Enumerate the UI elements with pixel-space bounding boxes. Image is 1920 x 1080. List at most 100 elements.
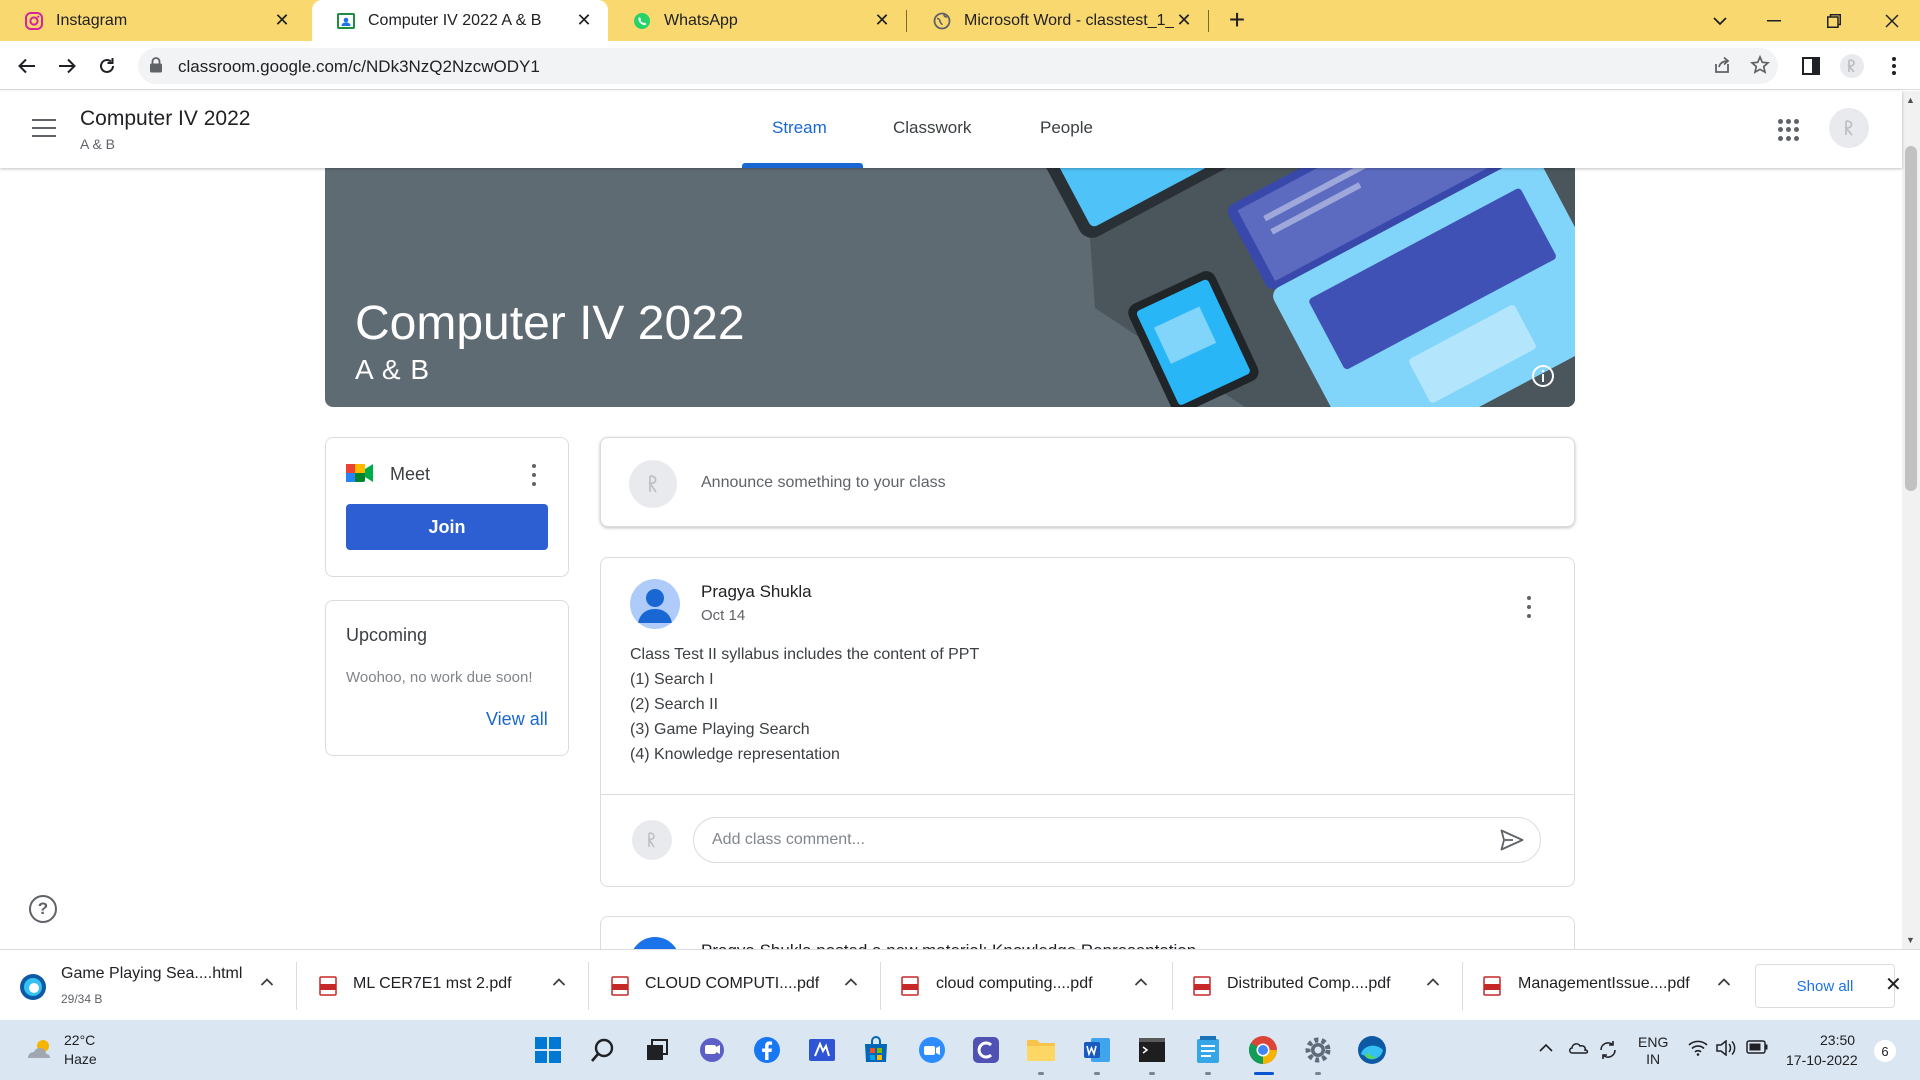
reload-icon[interactable] [91, 50, 123, 82]
close-tab-icon[interactable]: ✕ [1174, 10, 1194, 31]
windows-start-icon[interactable] [532, 1034, 564, 1066]
chevron-up-icon[interactable] [552, 974, 566, 990]
battery-icon[interactable] [1746, 1040, 1768, 1057]
volume-icon[interactable] [1716, 1039, 1738, 1059]
star-icon[interactable] [1749, 54, 1771, 80]
region-code: IN [1646, 1051, 1661, 1067]
browser-tab-instagram[interactable]: Instagram ✕ [0, 0, 306, 41]
download-item[interactable]: Game Playing Sea....html 29/34 B [0, 950, 296, 1020]
tab-divider [1208, 10, 1209, 32]
scroll-up-icon[interactable]: ▲ [1906, 95, 1915, 105]
chevron-up-icon[interactable] [1134, 974, 1148, 990]
apps-grid-icon[interactable] [1778, 119, 1800, 141]
browser-tabstrip: Instagram ✕ Computer IV 2022 A & B ✕ Wha… [0, 0, 1920, 41]
facebook-icon[interactable] [751, 1034, 783, 1066]
sync-icon[interactable] [1598, 1040, 1618, 1063]
post-line: Class Test II syllabus includes the cont… [630, 646, 980, 663]
chevron-up-icon[interactable] [1538, 1040, 1554, 1056]
wifi-icon[interactable] [1688, 1040, 1708, 1059]
account-avatar[interactable] [1829, 108, 1869, 148]
restore-icon[interactable] [1806, 0, 1862, 41]
browser-tab-word[interactable]: Microsoft Word - classtest_1_ml_ ✕ [908, 0, 1208, 41]
chevron-up-icon[interactable] [260, 974, 274, 990]
side-panel-icon[interactable] [1795, 50, 1827, 82]
help-icon[interactable]: ? [29, 895, 57, 923]
chrome-icon[interactable] [1247, 1034, 1279, 1066]
download-item[interactable]: cloud computing....pdf [881, 950, 1172, 1020]
language-code: ENG [1638, 1034, 1669, 1050]
info-icon[interactable] [1531, 364, 1555, 388]
announce-placeholder: Announce something to your class [701, 474, 946, 491]
post-options-icon[interactable] [1526, 596, 1532, 618]
forward-arrow-icon[interactable] [51, 50, 83, 82]
clock-date[interactable]: 17-10-2022 [1786, 1052, 1858, 1068]
running-indicator [1315, 1072, 1321, 1075]
address-bar[interactable]: classroom.google.com/c/NDk3NzQ2NzcwODY1 [138, 48, 1778, 84]
share-icon[interactable] [1712, 55, 1732, 80]
word-icon[interactable] [1081, 1034, 1113, 1066]
close-window-icon[interactable] [1864, 0, 1920, 41]
weather-haze-icon[interactable] [24, 1036, 54, 1064]
notepad-icon[interactable] [1192, 1034, 1224, 1066]
url-text: classroom.google.com/c/NDk3NzQ2NzcwODY1 [178, 57, 540, 76]
post-line: (4) Knowledge representation [630, 746, 840, 763]
meet-options-icon[interactable] [531, 464, 537, 486]
active-tab-indicator [742, 163, 863, 168]
scroll-down-icon[interactable]: ▼ [1906, 935, 1915, 945]
tab-people[interactable]: People [1040, 118, 1093, 138]
comment-input[interactable]: Add class comment... [693, 817, 1541, 863]
download-item[interactable]: ManagementIssue....pdf [1463, 950, 1753, 1020]
profile-avatar[interactable] [1836, 50, 1868, 82]
tab-search-icon[interactable] [1692, 0, 1748, 41]
download-item[interactable]: ML CER7E1 mst 2.pdf [297, 950, 588, 1020]
zoom-icon[interactable] [916, 1034, 948, 1066]
clock-time[interactable]: 23:50 [1820, 1032, 1855, 1048]
download-name: ML CER7E1 mst 2.pdf [353, 975, 512, 992]
download-item[interactable]: Distributed Comp....pdf [1173, 950, 1464, 1020]
post-line: (2) Search II [630, 696, 719, 713]
scrollbar-thumb[interactable] [1905, 146, 1917, 491]
back-arrow-icon[interactable] [11, 50, 43, 82]
file-explorer-icon[interactable] [1025, 1034, 1057, 1066]
edge-icon[interactable] [1356, 1034, 1388, 1066]
settings-gear-icon[interactable] [1302, 1034, 1334, 1066]
chat-icon[interactable] [696, 1034, 728, 1066]
pen-app-icon[interactable] [806, 1034, 838, 1066]
post-card: Pragya Shukla posted a new material: Kno… [600, 916, 1575, 949]
microsoft-store-icon[interactable] [860, 1034, 892, 1066]
browser-menu-icon[interactable] [1878, 50, 1910, 82]
page-scrollbar[interactable]: ▲ ▼ [1902, 91, 1920, 949]
close-shelf-icon[interactable]: ✕ [1885, 972, 1902, 997]
main-menu-icon[interactable] [32, 119, 56, 137]
terminal-icon[interactable] [1136, 1034, 1168, 1066]
post-title[interactable]: Pragya Shukla posted a new material: Kno… [701, 941, 1196, 949]
tab-title: Computer IV 2022 A & B [368, 11, 542, 29]
notification-badge[interactable]: 6 [1874, 1040, 1896, 1062]
announce-box[interactable]: Announce something to your class [600, 437, 1575, 527]
browser-tab-whatsapp[interactable]: WhatsApp ✕ [608, 0, 906, 41]
show-all-button[interactable]: Show all [1755, 964, 1895, 1008]
download-name: CLOUD COMPUTI....pdf [645, 975, 820, 992]
classroom-c-icon[interactable] [970, 1034, 1002, 1066]
tab-stream[interactable]: Stream [772, 118, 827, 138]
download-item[interactable]: CLOUD COMPUTI....pdf [589, 950, 880, 1020]
tab-classwork[interactable]: Classwork [893, 118, 971, 138]
language-indicator[interactable]: ENG IN [1638, 1034, 1668, 1068]
chevron-up-icon[interactable] [1717, 974, 1731, 990]
download-name: cloud computing....pdf [936, 975, 1093, 992]
join-meet-button[interactable]: Join [346, 504, 548, 550]
send-icon[interactable] [1500, 829, 1524, 856]
close-tab-icon[interactable]: ✕ [272, 10, 292, 31]
minimize-icon[interactable] [1746, 0, 1802, 41]
close-tab-icon[interactable]: ✕ [872, 10, 892, 31]
new-tab-button[interactable]: + [1222, 6, 1252, 36]
view-all-link[interactable]: View all [486, 709, 548, 730]
close-tab-icon[interactable]: ✕ [574, 10, 594, 31]
task-view-icon[interactable] [641, 1034, 673, 1066]
browser-tab-classroom[interactable]: Computer IV 2022 A & B ✕ [312, 0, 608, 41]
class-title[interactable]: Computer IV 2022 [80, 107, 250, 131]
onedrive-icon[interactable] [1568, 1040, 1590, 1057]
chevron-up-icon[interactable] [1426, 974, 1440, 990]
search-icon[interactable] [587, 1034, 619, 1066]
chevron-up-icon[interactable] [844, 974, 858, 990]
